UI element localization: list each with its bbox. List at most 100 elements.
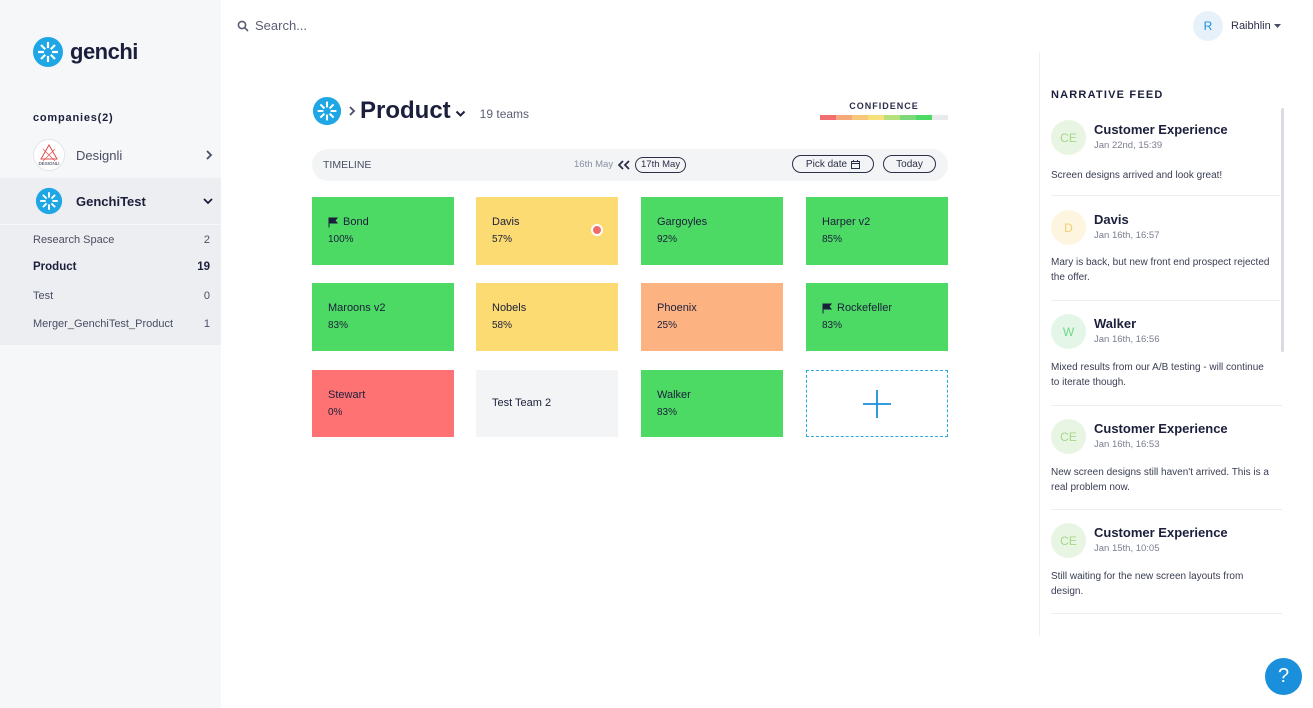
feed-post[interactable]: W Walker Jan 16th, 16:56 Mixed results from…: [1051, 314, 1282, 406]
team-card[interactable]: Nobels 58%: [476, 283, 618, 351]
add-team-button[interactable]: [806, 370, 948, 437]
post-timestamp: Jan 15th, 10:05: [1094, 543, 1160, 554]
team-card[interactable]: Phoenix 25%: [641, 283, 783, 351]
post-author: Customer Experience: [1094, 122, 1228, 137]
team-percent: 83%: [822, 320, 843, 331]
confidence-segment: [852, 115, 868, 120]
chevron-right-icon: [349, 106, 356, 116]
space-count: 19: [197, 261, 210, 273]
team-card[interactable]: Stewart 0%: [312, 370, 454, 437]
team-percent: 83%: [657, 407, 678, 418]
confidence-segment: [868, 115, 884, 120]
team-name-text: Nobels: [492, 302, 527, 314]
double-chevron-left-icon[interactable]: [618, 160, 630, 170]
confidence-segment: [900, 115, 916, 120]
user-name: Raibhlin: [1231, 20, 1271, 32]
team-name: Davis: [492, 216, 520, 228]
today-button[interactable]: Today: [883, 155, 936, 173]
post-text: Screen designs arrived and look great!: [1051, 170, 1223, 181]
company-genchitest[interactable]: GenchiTest: [0, 178, 221, 224]
genchi-logo-icon: [312, 96, 342, 126]
alert-dot: [591, 224, 603, 236]
flag-icon: [328, 217, 339, 227]
space-count: 1: [203, 318, 210, 330]
confidence-label: CONFIDENCE: [849, 101, 919, 111]
user-menu[interactable]: R Raibhlin: [1193, 11, 1281, 41]
confidence-segment: [884, 115, 900, 120]
team-percent: 0%: [328, 407, 343, 418]
companies-heading: companies(2): [33, 112, 114, 124]
company-name: Designli: [76, 147, 123, 163]
space-item-test[interactable]: Test 0: [33, 290, 210, 302]
space-item-merger[interactable]: Merger_GenchiTest_Product 1: [33, 318, 210, 330]
company-designli[interactable]: DESIGNLI Designli: [0, 132, 221, 178]
caret-down-icon: [1273, 23, 1281, 28]
team-card[interactable]: Test Team 2: [476, 370, 618, 437]
team-percent: 92%: [657, 234, 678, 245]
team-name-text: Phoenix: [657, 302, 697, 314]
team-card[interactable]: Bond 100%: [312, 197, 454, 265]
feed-post[interactable]: D Davis Jan 16th, 16:57 Mary is back, but n…: [1051, 210, 1282, 301]
team-card[interactable]: Harper v2 85%: [806, 197, 948, 265]
space-item-product[interactable]: Product 19: [33, 261, 210, 273]
team-card[interactable]: Maroons v2 83%: [312, 283, 454, 351]
genchi-logo-icon: [33, 37, 63, 67]
team-card[interactable]: Gargoyles 92%: [641, 197, 783, 265]
today-label: Today: [896, 158, 923, 170]
post-timestamp: Jan 16th, 16:57: [1094, 230, 1160, 241]
team-name: Harper v2: [822, 216, 870, 228]
current-date[interactable]: 17th May: [635, 157, 687, 173]
brand-logo[interactable]: genchi: [32, 36, 138, 68]
page-title[interactable]: Product: [360, 97, 451, 125]
team-name: Rockefeller: [822, 302, 892, 314]
team-percent: 58%: [492, 320, 513, 331]
post-timestamp: Jan 22nd, 15:39: [1094, 140, 1163, 151]
feed-post[interactable]: CE Customer Experience Jan 15th, 10:05 Stil…: [1051, 523, 1282, 614]
search-bar: [237, 18, 555, 33]
chevron-down-icon[interactable]: [455, 110, 466, 118]
team-card[interactable]: Walker 83%: [641, 370, 783, 437]
pick-date-label: Pick date: [805, 158, 848, 170]
team-name-text: Bond: [343, 216, 369, 228]
team-name-text: Maroons v2: [328, 302, 386, 314]
feed-divider: [1039, 52, 1040, 636]
avatar: D: [1051, 210, 1086, 245]
space-label: Merger_GenchiTest_Product: [33, 318, 174, 330]
feed-post[interactable]: CE Customer Experience Jan 16th, 16:53 New …: [1051, 419, 1282, 510]
help-button[interactable]: ?: [1265, 658, 1302, 695]
confidence-segment: [836, 115, 852, 120]
post-author: Customer Experience: [1094, 421, 1228, 436]
plus-icon: [863, 389, 891, 418]
post-author: Davis: [1094, 212, 1129, 227]
post-author: Walker: [1094, 316, 1137, 331]
genchi-logo-icon: [35, 187, 63, 215]
avatar: CE: [1051, 523, 1086, 558]
pick-date-button[interactable]: Pick date: [792, 155, 874, 173]
space-label: Research Space: [33, 234, 115, 246]
team-name-text: Walker: [657, 389, 691, 401]
genchitest-logo: [33, 185, 65, 217]
avatar: R: [1193, 11, 1223, 41]
team-card[interactable]: Davis 57%: [476, 197, 618, 265]
team-name: Maroons v2: [328, 302, 385, 314]
search-icon: [237, 20, 249, 32]
team-percent: 83%: [328, 320, 349, 331]
avatar: CE: [1051, 419, 1086, 454]
team-card[interactable]: Rockefeller 83%: [806, 283, 948, 351]
chevron-right-icon: [206, 150, 213, 160]
search-input[interactable]: [255, 18, 555, 33]
previous-date[interactable]: 16th May: [574, 159, 613, 170]
space-item-research-space[interactable]: Research Space 2: [33, 234, 210, 246]
team-name: Stewart: [328, 389, 365, 401]
timeline-bar: TIMELINE 16th May 17th May Pick date Tod…: [312, 149, 948, 181]
space-list: Research Space 2 Product 19 Test 0 Merge…: [0, 225, 221, 345]
brand-name: genchi: [70, 39, 138, 64]
team-name-text: Test Team 2: [492, 397, 552, 409]
feed-post[interactable]: CE Customer Experience Jan 22nd, 15:39 Scre…: [1051, 120, 1282, 196]
team-name-text: Davis: [492, 216, 520, 228]
team-name: Phoenix: [657, 302, 697, 314]
timeline-label: TIMELINE: [323, 159, 372, 171]
space-label: Product: [33, 261, 77, 273]
page-header: Product 19 teams: [312, 96, 529, 126]
post-timestamp: Jan 16th, 16:53: [1094, 439, 1160, 450]
